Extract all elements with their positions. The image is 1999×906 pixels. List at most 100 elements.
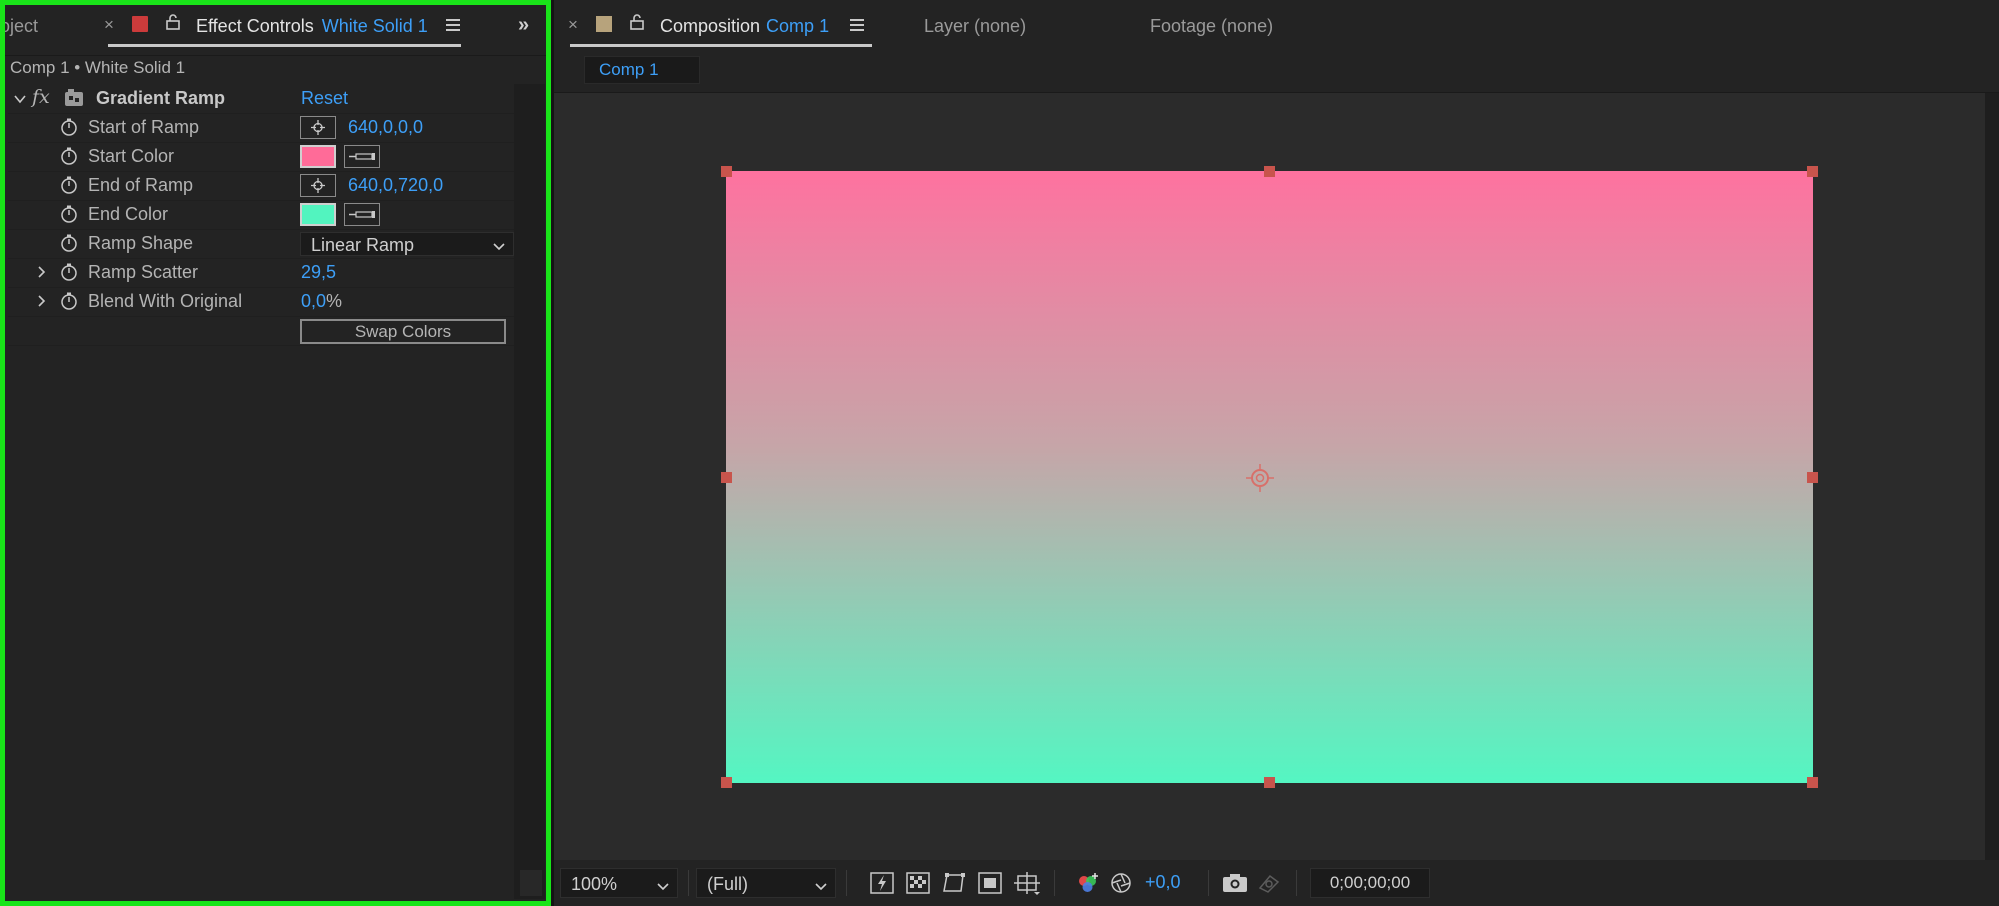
property-label: Ramp Shape: [88, 233, 194, 253]
close-icon[interactable]: ×: [568, 15, 578, 35]
crosshair-position-button[interactable]: [300, 174, 336, 197]
property-label: Ramp Scatter: [88, 262, 199, 282]
channel-rgb-icon[interactable]: [1076, 872, 1100, 899]
comp-flowchart-tab[interactable]: Comp 1: [584, 56, 700, 84]
property-value[interactable]: 640,0,720,0: [348, 175, 443, 196]
chevron-right-icon[interactable]: [38, 294, 46, 312]
fx-toggle-icon[interactable]: fx: [32, 86, 50, 108]
comp-navigator-bar: Comp 1: [554, 50, 1999, 93]
zoom-value: 100%: [571, 874, 618, 894]
breadcrumb: Comp 1 • White Solid 1: [10, 58, 186, 77]
property-value[interactable]: 0,0%: [301, 291, 342, 312]
stopwatch-icon[interactable]: [60, 176, 78, 194]
active-tab-underline: [108, 44, 461, 47]
property-row-start-color: Start Color: [8, 142, 514, 172]
scrollbar-thumb[interactable]: [520, 870, 542, 896]
tab-composition-title: Composition: [660, 16, 761, 36]
exposure-value[interactable]: +0,0: [1145, 872, 1181, 893]
transparency-grid-icon[interactable]: [906, 872, 930, 899]
blend-value: 0,0: [301, 291, 327, 311]
anchor-point-icon[interactable]: [1243, 461, 1277, 500]
property-row-start-of-ramp: Start of Ramp 640,0,0,0: [8, 113, 514, 143]
chevron-down-icon: [815, 878, 827, 896]
ramp-shape-dropdown[interactable]: Linear Ramp: [300, 232, 514, 256]
tab-effect-controls-layer: White Solid 1: [321, 16, 428, 36]
effect-header-row[interactable]: fx Gradient Ramp Reset: [8, 84, 514, 114]
unlock-icon[interactable]: [166, 14, 180, 35]
viewer-scrollbar[interactable]: [1985, 93, 1999, 860]
transform-handle-right[interactable]: [1807, 472, 1818, 483]
stopwatch-icon[interactable]: [60, 263, 78, 281]
property-value[interactable]: 29,5: [301, 262, 336, 283]
property-label: Start Color: [88, 146, 175, 166]
effect-controls-panel: oject × Effect Controls White Solid 1 » C…: [0, 0, 551, 906]
comp-color-swatch: [596, 16, 612, 32]
vertical-scrollbar[interactable]: [514, 84, 545, 899]
eyedropper-icon[interactable]: [344, 203, 380, 226]
property-label: End Color: [88, 204, 169, 224]
transform-handle-top[interactable]: [1264, 166, 1275, 177]
property-label: Start of Ramp: [88, 117, 200, 137]
left-tab-bar: oject × Effect Controls White Solid 1 »: [0, 0, 551, 56]
transform-handle-left[interactable]: [721, 472, 732, 483]
transform-handle-top-right[interactable]: [1807, 166, 1818, 177]
resolution-dropdown[interactable]: (Full): [696, 868, 836, 898]
property-label: End of Ramp: [88, 175, 194, 195]
panel-menu-icon[interactable]: [446, 18, 460, 36]
crosshair-position-button[interactable]: [300, 116, 336, 139]
exposure-reset-icon[interactable]: [1110, 872, 1132, 899]
region-of-interest-icon[interactable]: [978, 872, 1002, 899]
fast-previews-icon[interactable]: [870, 872, 894, 899]
toolbar-separator: [688, 870, 689, 896]
effect-preset-icon: [64, 89, 84, 112]
tab-layer[interactable]: Layer (none): [924, 16, 1026, 37]
property-row-swap-colors: Swap Colors: [8, 316, 514, 346]
unlock-icon[interactable]: [630, 14, 644, 35]
percent-unit: %: [326, 291, 343, 311]
swap-colors-button[interactable]: Swap Colors: [300, 319, 506, 344]
stopwatch-icon[interactable]: [60, 147, 78, 165]
transform-handle-bottom-left[interactable]: [721, 777, 732, 788]
viewer-toolbar: 100% (Full) +0,0 0;00;00;00: [554, 860, 1999, 906]
property-value[interactable]: 640,0,0,0: [348, 117, 423, 138]
transform-handle-top-left[interactable]: [721, 166, 732, 177]
tab-footage[interactable]: Footage (none): [1150, 16, 1273, 37]
end-color-swatch[interactable]: [300, 203, 336, 226]
tab-effect-controls-title: Effect Controls: [196, 16, 314, 36]
stopwatch-icon[interactable]: [60, 205, 78, 223]
reset-link[interactable]: Reset: [301, 88, 348, 109]
start-color-swatch[interactable]: [300, 145, 336, 168]
double-chevron-right-icon[interactable]: »: [518, 14, 529, 37]
transform-handle-bottom-right[interactable]: [1807, 777, 1818, 788]
chevron-down-icon[interactable]: [14, 91, 26, 109]
effect-property-list: fx Gradient Ramp Reset Start of Ramp 640…: [8, 84, 514, 899]
show-snapshot-icon[interactable]: [1256, 872, 1282, 899]
mask-visibility-icon[interactable]: [942, 872, 966, 899]
grid-guides-icon[interactable]: [1014, 872, 1042, 901]
stopwatch-icon[interactable]: [60, 292, 78, 310]
stopwatch-icon[interactable]: [60, 118, 78, 136]
close-icon[interactable]: ×: [104, 15, 114, 35]
zoom-dropdown[interactable]: 100%: [560, 868, 678, 898]
property-row-ramp-shape: Ramp Shape Linear Ramp: [8, 229, 514, 259]
tab-composition[interactable]: Composition Comp 1: [660, 16, 829, 37]
chevron-down-icon: [493, 238, 505, 256]
resolution-value: (Full): [707, 874, 748, 894]
property-row-blend-with-original: Blend With Original 0,0%: [8, 287, 514, 317]
camera-snapshot-icon[interactable]: [1222, 872, 1248, 899]
property-label: Blend With Original: [88, 291, 243, 311]
toolbar-separator: [1054, 870, 1055, 896]
toolbar-separator: [1296, 870, 1297, 896]
composition-tab-bar: × Composition Comp 1 Layer (none) Footage…: [554, 0, 1999, 50]
tab-project[interactable]: oject: [0, 16, 38, 37]
tab-effect-controls[interactable]: Effect Controls White Solid 1: [196, 16, 428, 37]
dropdown-value: Linear Ramp: [311, 235, 415, 255]
tab-composition-name: Comp 1: [766, 16, 830, 36]
timecode-display[interactable]: 0;00;00;00: [1310, 868, 1430, 898]
panel-menu-icon[interactable]: [850, 18, 864, 36]
transform-handle-bottom[interactable]: [1264, 777, 1275, 788]
composition-viewer[interactable]: [554, 93, 1985, 860]
stopwatch-icon[interactable]: [60, 234, 78, 252]
chevron-right-icon[interactable]: [38, 265, 46, 283]
eyedropper-icon[interactable]: [344, 145, 380, 168]
